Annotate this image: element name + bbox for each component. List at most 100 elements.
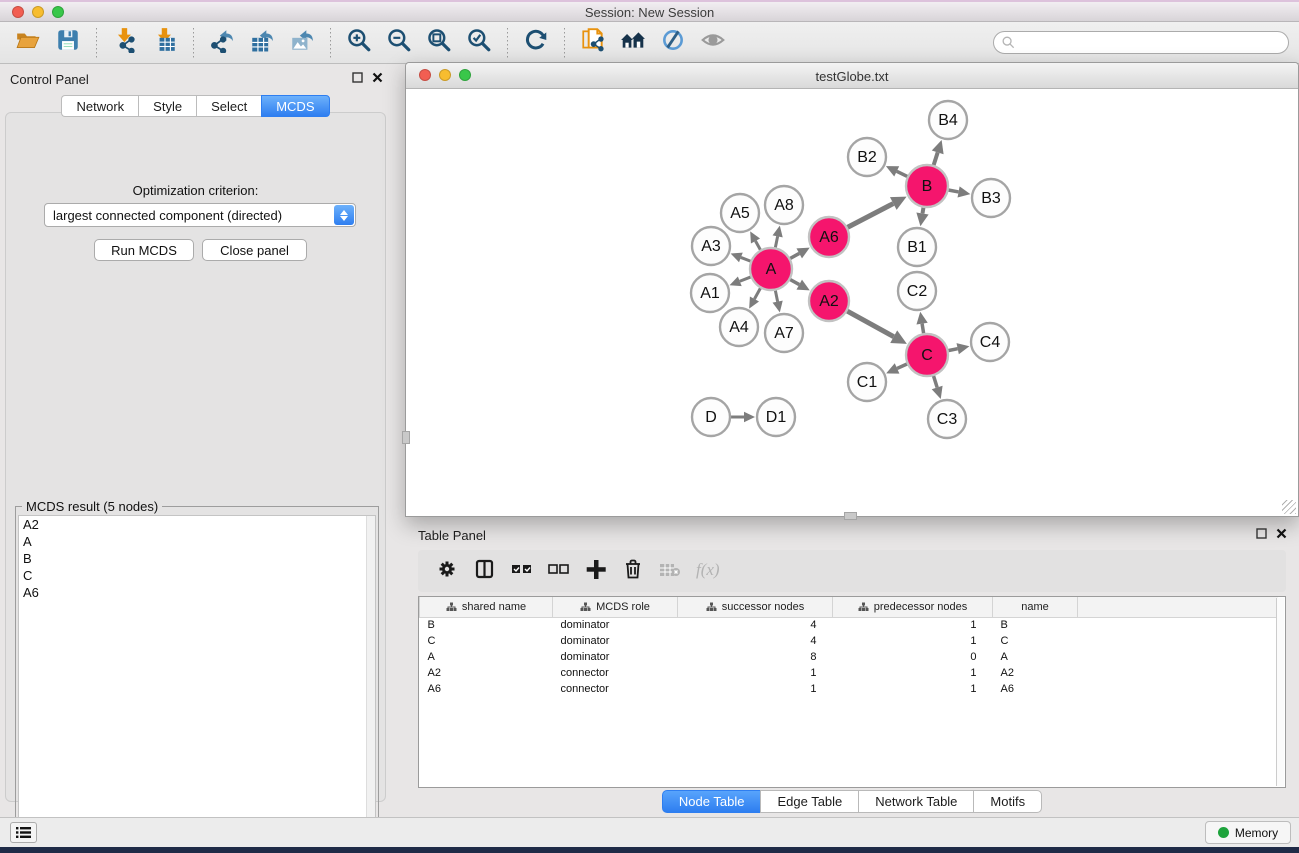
mcds-result-list[interactable]: A2ABCA6: [18, 515, 376, 843]
table-cell[interactable]: B: [420, 617, 553, 633]
table-cell[interactable]: 1: [833, 665, 993, 681]
graph-node-C[interactable]: C: [906, 334, 948, 376]
table-cell[interactable]: 0: [833, 649, 993, 665]
zoom-out-button[interactable]: [379, 25, 419, 61]
network-canvas[interactable]: AA1A2A3A4A5A6A7A8BB1B2B3B4CC1C2C3C4DD1: [407, 89, 1297, 516]
graph-node-A1[interactable]: A1: [691, 274, 729, 312]
save-session-button[interactable]: [48, 25, 88, 61]
table-cell[interactable]: A: [420, 649, 553, 665]
graph-node-B[interactable]: B: [906, 165, 948, 207]
table-cell[interactable]: connector: [553, 665, 678, 681]
table-settings-button[interactable]: [432, 555, 463, 587]
import-network-button[interactable]: [105, 25, 145, 61]
tab-motifs[interactable]: Motifs: [973, 790, 1042, 813]
unselect-all-button[interactable]: [543, 555, 574, 587]
select-all-button[interactable]: [506, 555, 537, 587]
network-window-titlebar[interactable]: testGlobe.txt: [406, 63, 1298, 89]
graph-node-A3[interactable]: A3: [692, 227, 730, 265]
graph-node-A8[interactable]: A8: [765, 186, 803, 224]
table-cell[interactable]: dominator: [553, 649, 678, 665]
result-list-item[interactable]: A: [19, 533, 375, 550]
table-cell[interactable]: dominator: [553, 617, 678, 633]
tab-select[interactable]: Select: [196, 95, 261, 117]
table-row[interactable]: Adominator80A: [420, 649, 1278, 665]
table-cell[interactable]: 1: [833, 633, 993, 649]
show-hide-button[interactable]: [693, 25, 733, 61]
table-cell[interactable]: C: [993, 633, 1078, 649]
zoom-in-button[interactable]: [339, 25, 379, 61]
table-cell[interactable]: 4: [678, 633, 833, 649]
tab-edge-table[interactable]: Edge Table: [760, 790, 858, 813]
column-header-predecessor-nodes[interactable]: predecessor nodes: [833, 597, 993, 617]
table-cell[interactable]: 1: [678, 665, 833, 681]
result-list-item[interactable]: C: [19, 567, 375, 584]
table-cell[interactable]: A: [993, 649, 1078, 665]
table-cell[interactable]: dominator: [553, 633, 678, 649]
search-input[interactable]: [1016, 32, 1288, 53]
table-cell[interactable]: 1: [833, 617, 993, 633]
graph-node-A7[interactable]: A7: [765, 314, 803, 352]
window-edge-handle[interactable]: [402, 431, 410, 444]
table-cell[interactable]: 4: [678, 617, 833, 633]
export-image-button[interactable]: [282, 25, 322, 61]
table-cell[interactable]: connector: [553, 681, 678, 697]
criterion-dropdown[interactable]: largest connected component (directed): [44, 203, 356, 227]
result-list-item[interactable]: B: [19, 550, 375, 567]
graph-node-C2[interactable]: C2: [898, 272, 936, 310]
column-header-shared-name[interactable]: shared name: [420, 597, 553, 617]
table-cell[interactable]: A2: [993, 665, 1078, 681]
table-scrollbar[interactable]: [1276, 598, 1284, 786]
graph-node-B4[interactable]: B4: [929, 101, 967, 139]
zoom-fit-button[interactable]: [419, 25, 459, 61]
graph-node-A5[interactable]: A5: [721, 194, 759, 232]
table-row[interactable]: A2connector11A2: [420, 665, 1278, 681]
tab-style[interactable]: Style: [138, 95, 196, 117]
memory-button[interactable]: Memory: [1205, 821, 1291, 844]
table-row[interactable]: A6connector11A6: [420, 681, 1278, 697]
home-button[interactable]: [613, 25, 653, 61]
graph-node-C4[interactable]: C4: [971, 323, 1009, 361]
graph-node-D[interactable]: D: [692, 398, 730, 436]
create-column-button[interactable]: [580, 555, 611, 587]
tab-node-table[interactable]: Node Table: [662, 790, 761, 813]
toggle-graphics-details-button[interactable]: [653, 25, 693, 61]
show-columns-button[interactable]: [469, 555, 500, 587]
graph-node-A4[interactable]: A4: [720, 308, 758, 346]
graph-node-A[interactable]: A: [750, 248, 792, 290]
search-field[interactable]: [993, 31, 1289, 54]
refresh-button[interactable]: [516, 25, 556, 61]
table-cell[interactable]: 8: [678, 649, 833, 665]
graph-node-C1[interactable]: C1: [848, 363, 886, 401]
network-document-button[interactable]: [573, 25, 613, 61]
window-bottom-handle[interactable]: [844, 512, 857, 520]
table-cell[interactable]: B: [993, 617, 1078, 633]
graph-node-C3[interactable]: C3: [928, 400, 966, 438]
table-cell[interactable]: 1: [833, 681, 993, 697]
graph-node-B2[interactable]: B2: [848, 138, 886, 176]
node-table[interactable]: shared nameMCDS rolesuccessor nodesprede…: [418, 596, 1286, 788]
delete-column-button[interactable]: [617, 555, 648, 587]
column-header-MCDS-role[interactable]: MCDS role: [553, 597, 678, 617]
tab-mcds[interactable]: MCDS: [261, 95, 329, 117]
open-session-button[interactable]: [8, 25, 48, 61]
resize-grip[interactable]: [1282, 500, 1296, 514]
result-scrollbar[interactable]: [366, 516, 375, 842]
table-cell[interactable]: C: [420, 633, 553, 649]
export-table-button[interactable]: [242, 25, 282, 61]
result-list-item[interactable]: A6: [19, 584, 375, 601]
table-cell[interactable]: A2: [420, 665, 553, 681]
table-row[interactable]: Cdominator41C: [420, 633, 1278, 649]
graph-node-B1[interactable]: B1: [898, 228, 936, 266]
run-mcds-button[interactable]: Run MCDS: [94, 239, 194, 261]
table-cell[interactable]: 1: [678, 681, 833, 697]
zoom-selected-button[interactable]: [459, 25, 499, 61]
table-row[interactable]: Bdominator41B: [420, 617, 1278, 633]
graph-node-B3[interactable]: B3: [972, 179, 1010, 217]
result-list-item[interactable]: A2: [19, 516, 375, 533]
table-cell[interactable]: A6: [993, 681, 1078, 697]
close-table-panel-icon[interactable]: [1276, 528, 1287, 539]
graph-node-D1[interactable]: D1: [757, 398, 795, 436]
export-network-button[interactable]: [202, 25, 242, 61]
float-table-panel-icon[interactable]: [1256, 528, 1267, 539]
task-history-button[interactable]: [10, 822, 37, 843]
